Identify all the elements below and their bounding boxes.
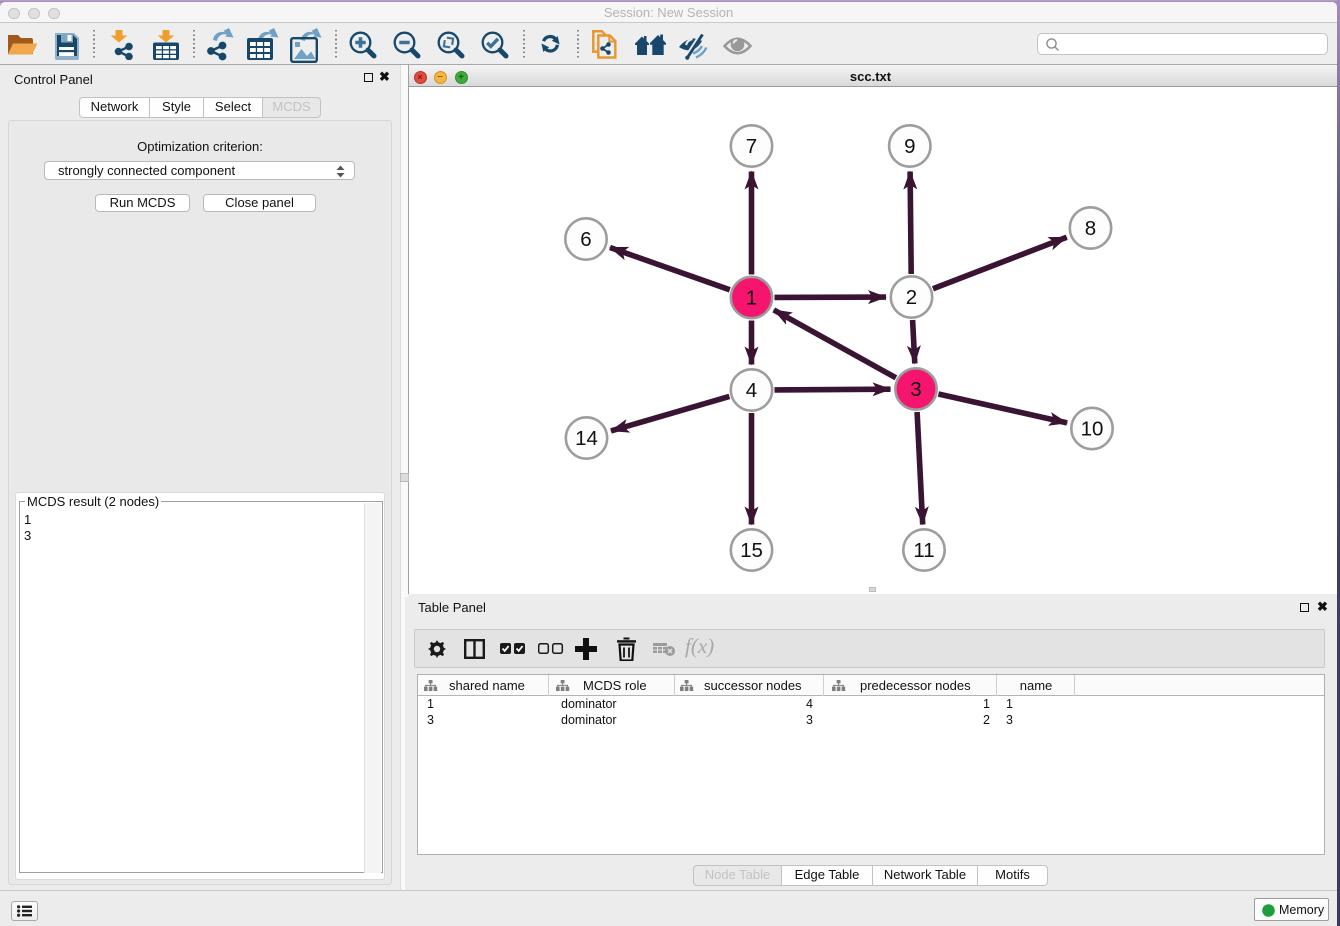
svg-text:4: 4 — [746, 379, 757, 402]
svg-text:6: 6 — [580, 228, 591, 251]
svg-text:11: 11 — [913, 539, 934, 562]
svg-text:15: 15 — [740, 539, 763, 562]
svg-text:14: 14 — [575, 427, 598, 450]
svg-text:9: 9 — [904, 135, 915, 158]
svg-text:10: 10 — [1081, 418, 1104, 441]
svg-text:7: 7 — [746, 135, 757, 158]
svg-text:1: 1 — [746, 287, 757, 310]
svg-text:8: 8 — [1085, 217, 1096, 240]
svg-text:3: 3 — [910, 378, 921, 401]
svg-text:2: 2 — [906, 286, 917, 309]
